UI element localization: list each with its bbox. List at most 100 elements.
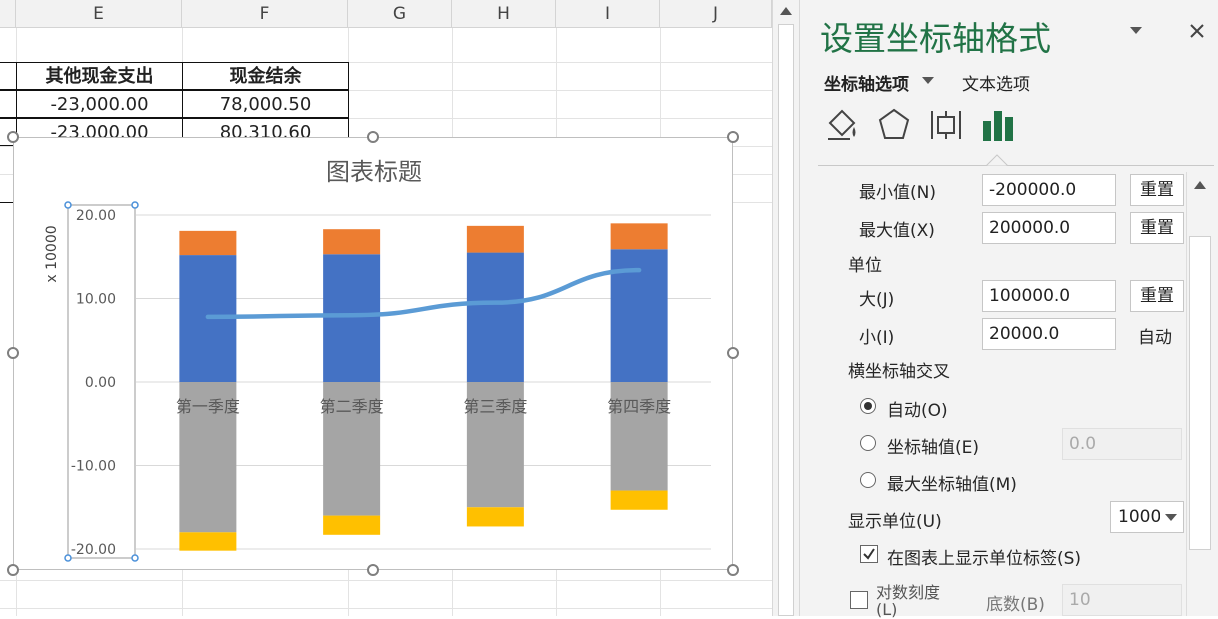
bar-segment (610, 490, 668, 510)
max-reset-button[interactable]: 重置 (1130, 212, 1184, 244)
grid-line (0, 580, 772, 581)
fill-line-icon[interactable] (824, 107, 860, 143)
checkmark-icon (863, 548, 875, 560)
pane-title: 设置坐标轴格式 (820, 19, 1051, 58)
column-header-g[interactable]: G (348, 0, 452, 28)
grid-line (0, 608, 772, 609)
y-tick-label: -20.00 (71, 542, 116, 558)
resize-handle[interactable] (367, 131, 379, 143)
y-tick-label: 20.00 (76, 208, 116, 224)
log-scale-label[interactable]: 对数刻度(L) (876, 584, 956, 618)
resize-handle[interactable] (7, 564, 19, 576)
minor-unit-label: 小(I) (859, 328, 895, 348)
effects-pentagon-icon[interactable] (876, 107, 912, 143)
chevron-down-icon (1165, 514, 1177, 521)
scroll-thumb[interactable] (778, 24, 794, 616)
selected-tab-pointer-icon (986, 154, 1008, 166)
chart-canvas: 图表标题 20.00 10.00 0.00 -10.00 -20.00 x 10000 第一季… (44, 158, 711, 562)
resize-handle[interactable] (367, 564, 379, 576)
axis-selection-handle (64, 201, 72, 209)
x-category-label: 第三季度 (463, 397, 527, 416)
table-header-other-cash-out[interactable]: 其他现金支出 (16, 62, 183, 90)
column-header-h[interactable]: H (452, 0, 556, 28)
column-header-i[interactable]: I (556, 0, 660, 28)
resize-handle[interactable] (7, 347, 19, 359)
base-label: 底数(B) (986, 595, 1045, 615)
close-icon[interactable] (1189, 23, 1205, 39)
scroll-thumb[interactable] (1189, 236, 1211, 550)
bar-segment (323, 515, 381, 535)
y-tick-label: 0.00 (85, 375, 116, 391)
size-properties-icon[interactable] (928, 107, 964, 143)
bar-segment (179, 532, 237, 551)
bar-segment (610, 223, 668, 250)
radio-max-axis-value[interactable] (860, 472, 876, 488)
column-header-j[interactable]: J (660, 0, 772, 28)
axis-selection-handle (64, 554, 72, 562)
scroll-up-arrow-icon[interactable] (779, 6, 793, 16)
axis-options-bar-chart-icon[interactable] (980, 107, 1016, 143)
vertical-scrollbar[interactable] (772, 0, 800, 616)
x-category-label: 第四季度 (607, 397, 671, 416)
resize-handle[interactable] (727, 564, 739, 576)
min-value-input[interactable]: -200000.0 (982, 174, 1116, 206)
table-cell[interactable]: 78,000.50 (182, 90, 349, 118)
cross-label: 横坐标轴交叉 (848, 362, 950, 382)
resize-handle[interactable] (727, 131, 739, 143)
scroll-up-arrow-icon[interactable] (1193, 180, 1207, 190)
tab-text-options[interactable]: 文本选项 (962, 70, 1030, 95)
format-axis-pane: 设置坐标轴格式 坐标轴选项 文本选项 最小值(N) -200000.0 重置 最… (800, 0, 1218, 618)
resize-handle[interactable] (727, 347, 739, 359)
spreadsheet[interactable]: E F G H I J 其他现金支出 现金结余 -23,000.00 78,00… (0, 0, 772, 616)
x-category-label: 第一季度 (176, 397, 240, 416)
bar-segment (179, 230, 237, 256)
minor-auto-label: 自动 (1138, 328, 1172, 348)
chevron-down-icon[interactable] (922, 77, 934, 85)
axis-selection-handle (131, 201, 139, 209)
bar-segment (466, 252, 524, 382)
major-unit-input[interactable]: 100000.0 (982, 280, 1116, 312)
y-tick-label: -10.00 (71, 459, 116, 475)
column-header-f[interactable]: F (182, 0, 348, 28)
display-units-value: 1000 (1118, 507, 1160, 527)
major-unit-label: 大(J) (859, 290, 895, 310)
tab-axis-options[interactable]: 坐标轴选项 (824, 70, 909, 95)
minor-unit-input[interactable]: 20000.0 (982, 318, 1116, 350)
table-header-cash-balance[interactable]: 现金结余 (182, 62, 349, 90)
y-tick-label: 10.00 (76, 292, 116, 308)
base-input[interactable]: 10 (1062, 584, 1182, 616)
separator (818, 165, 1214, 166)
pane-options-dropdown-icon[interactable] (1130, 27, 1142, 35)
bar-segment (466, 225, 524, 253)
major-reset-button[interactable]: 重置 (1130, 280, 1184, 312)
show-units-checkbox[interactable] (860, 545, 878, 563)
radio-selected-dot (864, 402, 872, 410)
column-header-d[interactable] (0, 0, 16, 28)
axis-selection-handle (131, 554, 139, 562)
bar-segment (323, 229, 381, 255)
max-value-input[interactable]: 200000.0 (982, 212, 1116, 244)
max-label: 最大值(X) (859, 221, 935, 241)
show-units-label[interactable]: 在图表上显示单位标签(S) (887, 544, 1081, 569)
units-label: 单位 (848, 256, 882, 276)
chart-title: 图表标题 (326, 158, 422, 186)
column-header-e[interactable]: E (16, 0, 182, 28)
display-units-label: 显示单位(U) (848, 512, 942, 532)
radio-auto[interactable] (860, 398, 876, 414)
radio-axis-value-label[interactable]: 坐标轴值(E) (887, 433, 979, 458)
bar-segment (466, 507, 524, 527)
axis-value-input[interactable]: 0.0 (1062, 428, 1182, 460)
min-reset-button[interactable]: 重置 (1130, 174, 1184, 206)
radio-max-label[interactable]: 最大坐标轴值(M) (887, 470, 1017, 495)
radio-axis-value[interactable] (860, 435, 876, 451)
table-cell[interactable] (0, 90, 17, 118)
y-axis-label: x 10000 (44, 225, 60, 282)
resize-handle[interactable] (7, 131, 19, 143)
pane-scrollbar[interactable] (1186, 172, 1213, 616)
chart-area[interactable]: 图表标题 20.00 10.00 0.00 -10.00 -20.00 x 10000 第一季… (13, 137, 733, 570)
display-units-select[interactable]: 1000 (1110, 501, 1184, 533)
table-cell[interactable] (0, 62, 17, 90)
log-scale-checkbox[interactable] (850, 591, 868, 609)
table-cell[interactable]: -23,000.00 (16, 90, 183, 118)
radio-auto-label[interactable]: 自动(O) (887, 396, 948, 421)
